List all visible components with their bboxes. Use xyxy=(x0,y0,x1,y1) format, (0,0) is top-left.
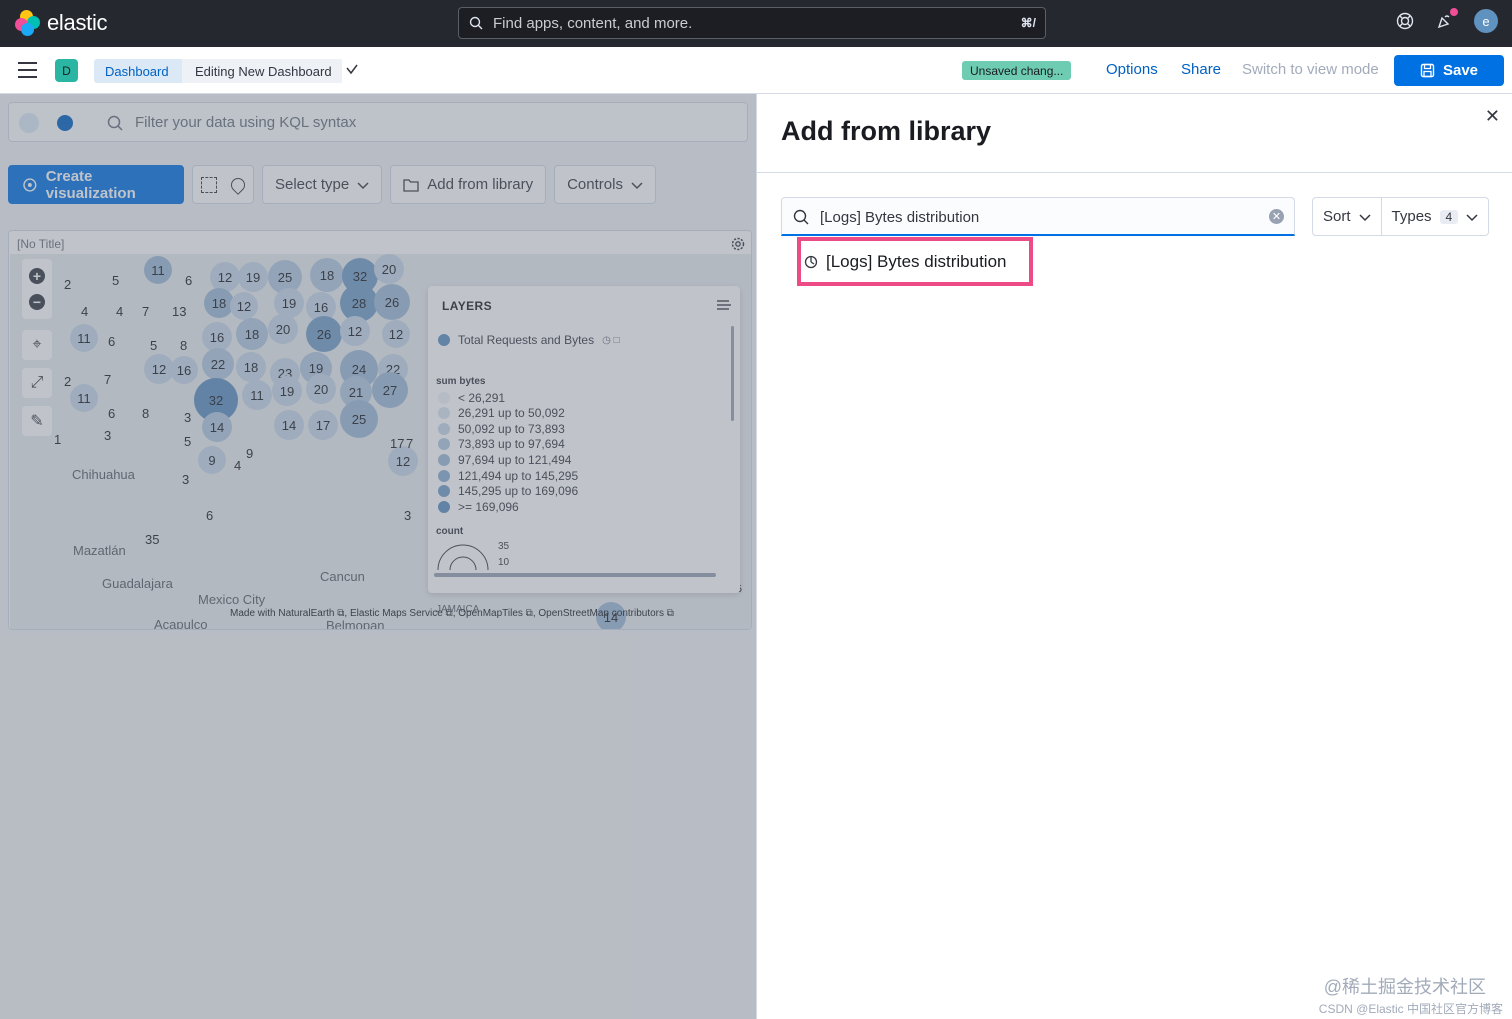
global-search-input[interactable]: Find apps, content, and more. ⌘/ xyxy=(458,7,1046,39)
top-nav-bar: elastic Find apps, content, and more. ⌘/… xyxy=(0,0,1512,47)
sort-types-group: Sort Types 4 xyxy=(1312,197,1489,236)
library-search-input[interactable]: [Logs] Bytes distribution ✕ xyxy=(781,197,1295,236)
add-from-library-flyout: Add from library ✕ [Logs] Bytes distribu… xyxy=(756,94,1512,1019)
watermark-text: @稀土掘金技术社区 xyxy=(1323,977,1486,997)
types-count-badge: 4 xyxy=(1439,209,1459,224)
elastic-logo-icon xyxy=(15,10,41,36)
visualization-type-icon xyxy=(804,255,818,268)
space-avatar[interactable]: D xyxy=(55,59,78,82)
save-label: Save xyxy=(1442,62,1479,79)
breadcrumb-dashboard[interactable]: Dashboard xyxy=(94,59,193,83)
save-icon xyxy=(1420,63,1435,78)
unsaved-changes-badge: Unsaved chang... xyxy=(962,61,1072,80)
clear-search-icon[interactable]: ✕ xyxy=(1269,209,1284,224)
modal-overlay[interactable] xyxy=(0,94,756,1019)
save-button[interactable]: Save xyxy=(1394,55,1504,86)
flyout-title: Add from library xyxy=(781,116,992,146)
chevron-down-icon[interactable] xyxy=(345,63,359,77)
brand-name: elastic xyxy=(47,10,108,35)
chevron-down-icon xyxy=(1358,213,1371,221)
elastic-logo[interactable]: elastic xyxy=(15,10,108,36)
sort-dropdown[interactable]: Sort xyxy=(1313,198,1382,235)
options-link[interactable]: Options xyxy=(1106,61,1158,78)
library-search-value: [Logs] Bytes distribution xyxy=(820,209,980,226)
help-icon[interactable] xyxy=(1394,10,1416,32)
menu-toggle-icon[interactable] xyxy=(18,62,37,78)
search-icon xyxy=(793,209,809,225)
library-result-title: [Logs] Bytes distribution xyxy=(826,251,1007,271)
switch-to-view-mode-link[interactable]: Switch to view mode xyxy=(1242,61,1379,78)
types-label: Types xyxy=(1391,208,1432,225)
news-feed-icon[interactable] xyxy=(1434,8,1458,32)
notification-dot xyxy=(1450,8,1458,16)
close-icon[interactable]: ✕ xyxy=(1485,106,1500,127)
share-link[interactable]: Share xyxy=(1181,61,1221,78)
watermark-subtext: CSDN @Elastic 中国社区官方博客 xyxy=(1318,1002,1503,1016)
breadcrumb-current: Editing New Dashboard xyxy=(182,59,342,83)
user-avatar[interactable]: e xyxy=(1474,9,1498,33)
divider xyxy=(757,172,1512,173)
library-result-item[interactable]: [Logs] Bytes distribution xyxy=(797,237,1033,286)
global-search-placeholder: Find apps, content, and more. xyxy=(493,14,693,32)
keyboard-shortcut-hint: ⌘/ xyxy=(1020,16,1036,30)
search-icon xyxy=(469,16,483,30)
chevron-down-icon xyxy=(1466,213,1478,221)
sort-label: Sort xyxy=(1323,208,1351,225)
types-filter-dropdown[interactable]: Types 4 xyxy=(1382,198,1489,235)
